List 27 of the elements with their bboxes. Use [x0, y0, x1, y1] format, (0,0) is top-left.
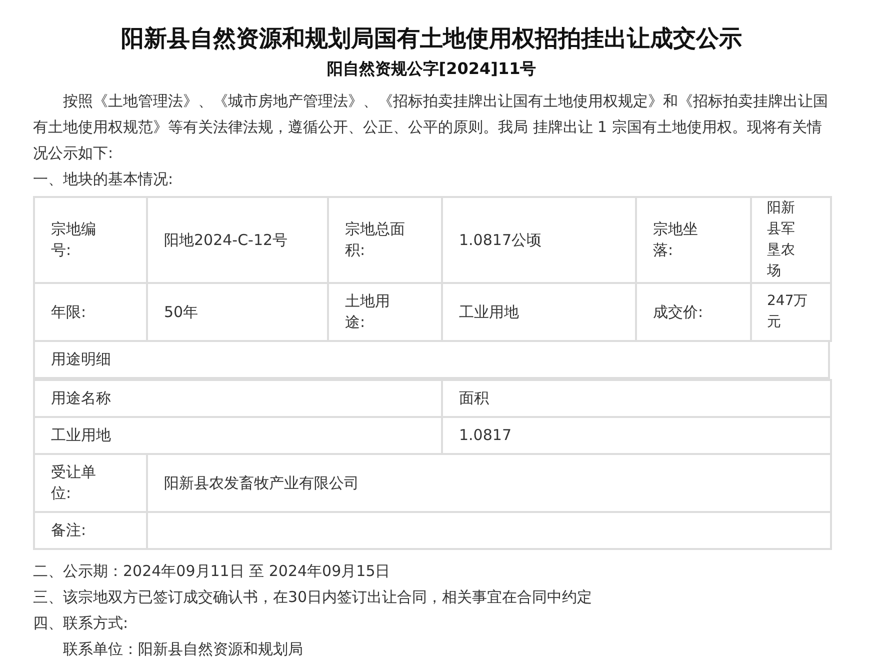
contact-text: 联系单位：阳新县自然资源和规划局: [62, 639, 304, 660]
table-cell: 年限:: [34, 283, 147, 341]
table-cell: 1.0817公顷: [442, 197, 636, 283]
table-cell: 受让单位:: [34, 454, 147, 512]
document-number: 阳自然资规公字[2024]11号: [326, 58, 538, 80]
table-cell: 用途明细: [33, 342, 830, 379]
section-text: 四、联系方式:: [33, 613, 130, 634]
section-heading: 一、地块的基本情况:: [33, 169, 174, 190]
table-cell: 阳新县军垦农场: [751, 197, 831, 283]
column-header: 用途名称: [34, 380, 442, 417]
table-cell: 阳新县农发畜牧产业有限公司: [147, 454, 831, 512]
table-cell: 备注:: [34, 512, 147, 549]
section-text: 三、该宗地双方已签订成交确认书，在30日内签订出让合同，相关事宜在合同中约定: [33, 587, 594, 608]
column-header: 面积: [442, 380, 831, 417]
section-text: 二、公示期：2024年09月11日 至 2024年09月15日: [33, 561, 392, 582]
table-cell: 宗地总面积:: [328, 197, 442, 283]
table-cell: 土地用途:: [328, 283, 442, 341]
intro-paragraph: 按照《土地管理法》、《城市房地产管理法》、《招标拍卖挂牌出让国有土地使用权规定》和《招标拍卖挂牌出让国有土地使用权规范》等有关法律法规，遵循公开、公正、公平的原则。我局 挂牌出让 1 宗国有土地使用权。现将有关情况公示如下:: [33, 91, 829, 164]
table-cell: 247万元: [751, 283, 831, 341]
notice-title: 阳新县自然资源和规划局国有土地使用权招拍挂出让成交公示: [120, 25, 743, 54]
table-cell: 50年: [147, 283, 328, 341]
table-cell: 工业用地: [34, 417, 442, 454]
table-cell: 工业用地: [442, 283, 636, 341]
table-cell: 宗地编号:: [34, 197, 147, 283]
table-cell: 成交价:: [636, 283, 751, 341]
table-cell: 宗地坐落:: [636, 197, 751, 283]
table-cell: 阳地2024-C-12号: [147, 197, 328, 283]
